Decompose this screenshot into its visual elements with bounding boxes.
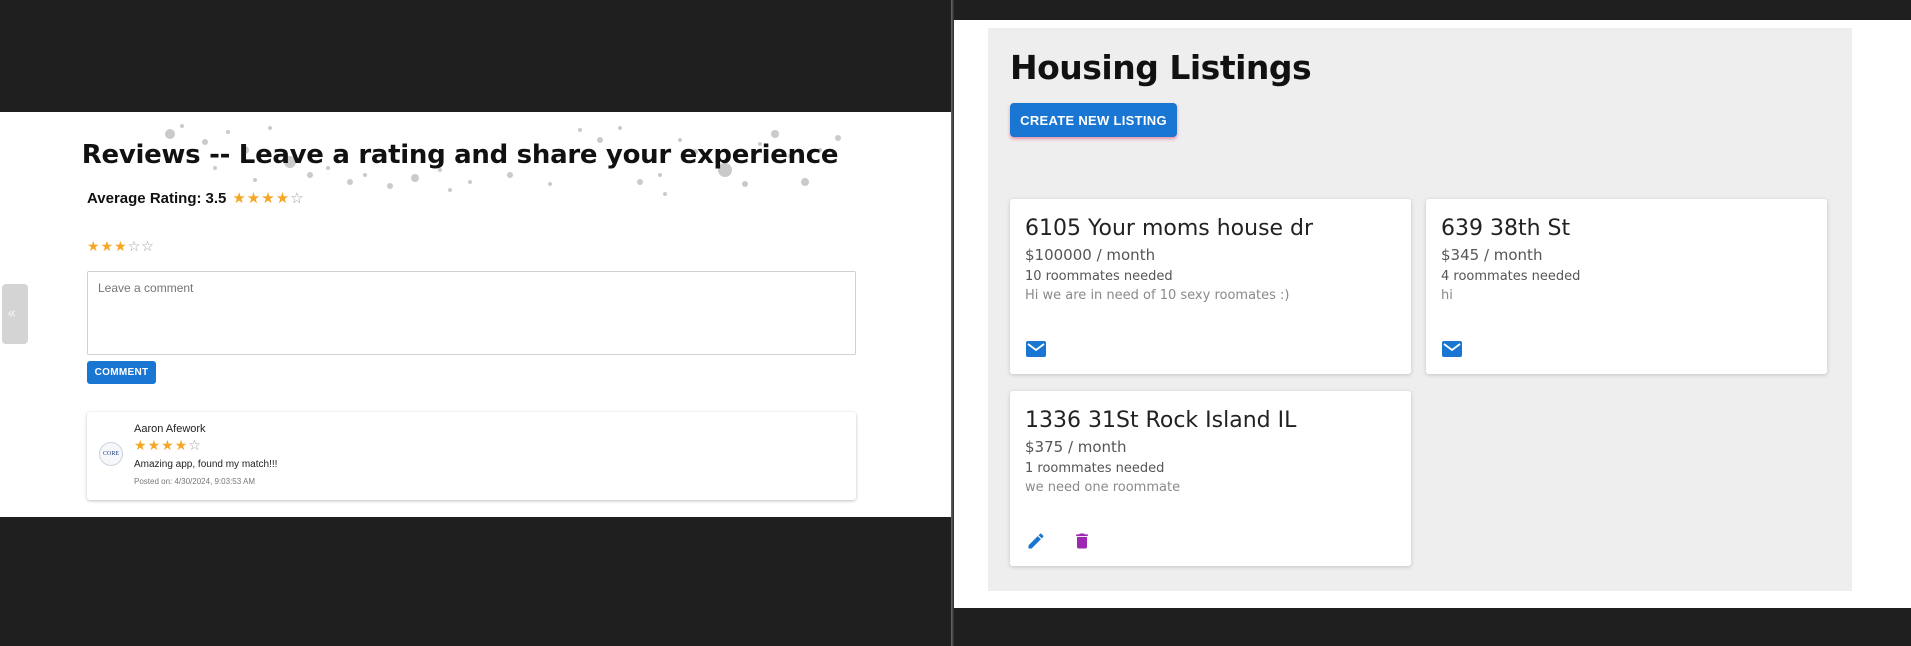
star-filled-icon: ★ bbox=[161, 438, 174, 454]
comment-input[interactable] bbox=[87, 271, 856, 355]
star-empty-icon: ☆ bbox=[188, 438, 201, 454]
listing-price: $375 / month bbox=[1025, 438, 1127, 456]
review-rating-stars: ★ ★ ★ ★ ☆ bbox=[134, 439, 202, 453]
screen: Reviews -- Leave a rating and share your… bbox=[0, 0, 1911, 646]
listing-address: 639 38th St bbox=[1441, 216, 1571, 241]
average-rating-label: Average Rating: bbox=[87, 190, 202, 207]
mail-icon[interactable] bbox=[1441, 338, 1463, 360]
review-date: Posted on: 4/30/2024, 9:03:53 AM bbox=[134, 477, 255, 486]
star-empty-icon: ☆ bbox=[290, 189, 304, 207]
reviews-title: Reviews -- Leave a rating and share your… bbox=[81, 140, 839, 170]
star-filled-icon: ★ bbox=[134, 438, 147, 454]
average-rating-stars: ★ ★ ★ ★ ☆ bbox=[232, 191, 304, 206]
star-empty-icon[interactable]: ☆ bbox=[141, 240, 154, 254]
listings-title: Housing Listings bbox=[1010, 48, 1312, 87]
delete-icon[interactable] bbox=[1071, 530, 1093, 552]
chevron-left-icon: « bbox=[7, 304, 17, 322]
star-filled-icon[interactable]: ★ bbox=[114, 240, 127, 254]
star-filled-icon[interactable]: ★ bbox=[87, 240, 100, 254]
average-rating-value: 3.5 bbox=[205, 190, 227, 207]
average-rating: Average Rating: 3.5 ★ ★ ★ ★ ☆ bbox=[87, 190, 305, 207]
star-filled-icon: ★ bbox=[275, 189, 290, 207]
listing-address: 1336 31St Rock Island IL bbox=[1025, 408, 1297, 433]
rating-input-stars[interactable]: ★ ★ ★ ☆ ☆ bbox=[87, 240, 155, 254]
star-filled-icon[interactable]: ★ bbox=[101, 240, 114, 254]
star-empty-icon[interactable]: ☆ bbox=[128, 240, 141, 254]
listing-description: hi bbox=[1441, 288, 1453, 303]
listing-price: $345 / month bbox=[1441, 246, 1543, 264]
listing-card[interactable]: 1336 31St Rock Island IL $375 / month 1 … bbox=[1010, 391, 1411, 566]
avatar: CORE bbox=[99, 442, 123, 466]
star-filled-icon: ★ bbox=[261, 189, 275, 207]
star-filled-icon: ★ bbox=[147, 438, 161, 454]
listing-description: Hi we are in need of 10 sexy roomates :) bbox=[1025, 288, 1290, 303]
star-filled-icon: ★ bbox=[246, 189, 261, 207]
star-filled-icon: ★ bbox=[232, 189, 246, 207]
listing-roommates: 1 roommates needed bbox=[1025, 461, 1165, 476]
star-filled-icon: ★ bbox=[174, 438, 188, 454]
listing-roommates: 4 roommates needed bbox=[1441, 269, 1581, 284]
listing-roommates: 10 roommates needed bbox=[1025, 269, 1173, 284]
create-listing-button[interactable]: CREATE NEW LISTING bbox=[1010, 103, 1177, 137]
back-tab[interactable]: « bbox=[2, 284, 28, 344]
comment-button[interactable]: COMMENT bbox=[87, 361, 156, 384]
review-author: Aaron Afework bbox=[134, 423, 206, 435]
listing-price: $100000 / month bbox=[1025, 246, 1156, 264]
mail-icon[interactable] bbox=[1025, 338, 1047, 360]
listing-address: 6105 Your moms house dr bbox=[1025, 216, 1314, 241]
listing-card[interactable]: 6105 Your moms house dr $100000 / month … bbox=[1010, 199, 1411, 374]
review-text: Amazing app, found my match!!! bbox=[134, 459, 278, 470]
edit-icon[interactable] bbox=[1025, 530, 1047, 552]
listing-description: we need one roommate bbox=[1025, 480, 1181, 495]
listing-card[interactable]: 639 38th St $345 / month 4 roommates nee… bbox=[1426, 199, 1827, 374]
review-card: CORE Aaron Afework ★ ★ ★ ★ ☆ Amazing app, fo… bbox=[87, 412, 856, 500]
